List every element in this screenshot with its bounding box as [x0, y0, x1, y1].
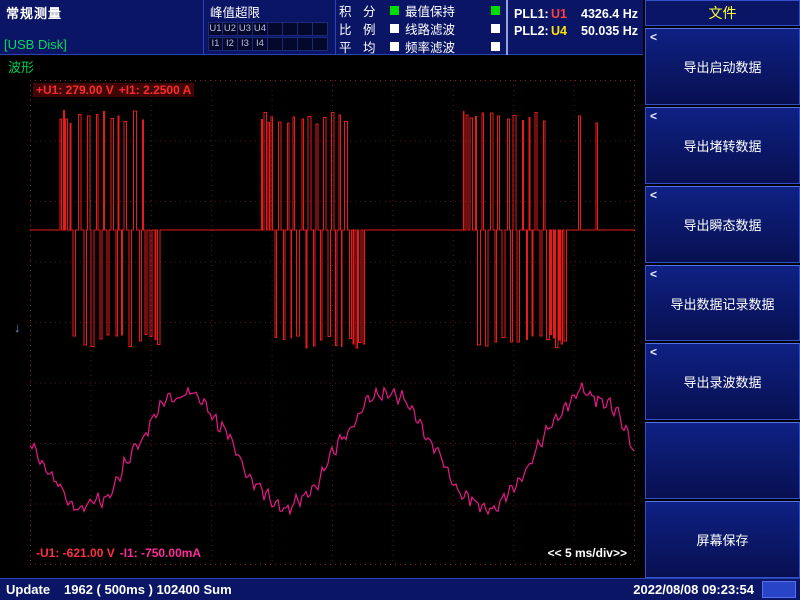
usb-status: [USB Disk]	[4, 37, 67, 52]
pll-block: PLL1: U1 4326.4 Hz PLL2: U4 50.035 Hz	[506, 0, 643, 55]
softkey-label: 屏幕保存	[696, 530, 748, 549]
softkey-label: 导出启动数据	[683, 57, 761, 76]
pll1-label: PLL1:	[514, 7, 551, 21]
max-hold-indicator	[491, 6, 500, 15]
peak-cell-empty	[298, 22, 313, 36]
peak-over-limit-block: 峰值超限 U1 U2 U3 U4 I1 I2 I3 I4	[205, 0, 335, 55]
header-divider	[203, 0, 204, 54]
pll2-source: U4	[551, 24, 575, 38]
peak-cell-empty	[313, 37, 328, 51]
integration-row: 积 分	[339, 1, 399, 19]
softkey-label: 导出数据记录数据	[670, 294, 774, 313]
line-filter-indicator	[491, 24, 500, 33]
calc-char: 均	[363, 37, 377, 56]
peak-cell-empty	[313, 22, 328, 36]
timebase-label: << 5 ms/div>>	[548, 546, 627, 560]
softkey-export-datalog-data[interactable]: < 导出数据记录数据	[645, 265, 800, 342]
integration-indicator	[390, 6, 399, 15]
peak-cell-empty	[268, 22, 283, 36]
pll2-row: PLL2: U4 50.035 Hz	[508, 22, 643, 39]
status-corner-badge	[762, 581, 796, 598]
header-bar: 常规测量 [USB Disk] 峰值超限 U1 U2 U3 U4 I1 I2 I…	[0, 0, 643, 55]
peak-cell-u2: U2	[223, 22, 238, 36]
back-marker-icon: <	[650, 345, 657, 359]
pll2-frequency: 50.035 Hz	[575, 24, 638, 38]
peak-cell-u4: U4	[253, 22, 268, 36]
peak-cell-u3: U3	[238, 22, 253, 36]
pll2-label: PLL2:	[514, 24, 551, 38]
left-marker-icon: ↓	[14, 320, 21, 335]
menu-title-file: 文件	[645, 0, 800, 26]
update-count: 1962 ( 500ms ) 102400 Sum	[64, 582, 232, 597]
softkey-screen-save[interactable]: 屏幕保存	[645, 501, 800, 578]
u1-top-scale: +U1: 279.00 V	[36, 83, 114, 97]
pll1-row: PLL1: U1 4326.4 Hz	[508, 5, 643, 22]
back-marker-icon: <	[650, 188, 657, 202]
softkey-export-start-data[interactable]: < 导出启动数据	[645, 28, 800, 105]
peak-i-cells: I1 I2 I3 I4	[208, 37, 335, 51]
header-divider	[335, 0, 336, 54]
peak-cell-i1: I1	[208, 37, 223, 51]
max-hold-label: 最值保持	[405, 1, 455, 20]
pll1-frequency: 4326.4 Hz	[575, 7, 638, 21]
power-analyzer-screen: 常规测量 [USB Disk] 峰值超限 U1 U2 U3 U4 I1 I2 I…	[0, 0, 800, 600]
softkey-menu: 文件 < 导出启动数据 < 导出堵转数据 < 导出瞬态数据 < 导出数据记录数据…	[645, 0, 800, 578]
calc-char: 比	[339, 19, 353, 38]
freq-filter-indicator	[491, 42, 500, 51]
peak-cell-u1: U1	[208, 22, 223, 36]
peak-cell-empty	[283, 37, 298, 51]
peak-cell-i4: I4	[253, 37, 268, 51]
peak-cell-empty	[268, 37, 283, 51]
filter-block: 最值保持 线路滤波 频率滤波	[405, 1, 504, 55]
max-hold-row: 最值保持	[405, 1, 504, 19]
softkey-export-locked-rotor-data[interactable]: < 导出堵转数据	[645, 107, 800, 184]
back-marker-icon: <	[650, 267, 657, 281]
scaling-row: 比 例	[339, 19, 399, 37]
status-bar: Update 1962 ( 500ms ) 102400 Sum 2022/08…	[0, 578, 800, 600]
peak-cell-i3: I3	[238, 37, 253, 51]
calc-char: 分	[363, 1, 377, 20]
freq-filter-label: 频率滤波	[405, 37, 455, 56]
scaling-indicator	[390, 24, 399, 33]
peak-over-limit-title: 峰值超限	[210, 2, 335, 21]
peak-cell-i2: I2	[223, 37, 238, 51]
softkey-label: 导出瞬态数据	[683, 215, 761, 234]
softkey-label: 导出录波数据	[683, 372, 761, 391]
calc-char: 例	[363, 19, 377, 38]
datetime: 2022/08/08 09:23:54	[633, 582, 754, 597]
softkey-export-waveform-record-data[interactable]: < 导出录波数据	[645, 343, 800, 420]
peak-cell-empty	[298, 37, 313, 51]
calc-char: 积	[339, 1, 353, 20]
freq-filter-row: 频率滤波	[405, 37, 504, 55]
averaging-row: 平 均	[339, 37, 399, 55]
waveform-canvas	[30, 80, 635, 565]
view-tab-waveform: 波形	[8, 57, 34, 76]
scale-label-top: +U1: 279.00 V +I1: 2.2500 A	[33, 83, 194, 97]
u1-bottom-scale: -U1: -621.00 V	[36, 546, 115, 560]
averaging-indicator	[390, 42, 399, 51]
scale-label-bottom: -U1: -621.00 V -I1: -750.00mA	[33, 546, 204, 560]
mode-title: 常规测量	[6, 3, 62, 22]
update-label: Update	[6, 582, 50, 597]
calc-char: 平	[339, 37, 353, 56]
back-marker-icon: <	[650, 30, 657, 44]
waveform-display: +U1: 279.00 V +I1: 2.2500 A -U1: -621.00 …	[30, 80, 635, 565]
line-filter-label: 线路滤波	[405, 19, 455, 38]
i1-bottom-scale: -I1: -750.00mA	[120, 546, 201, 560]
calc-mode-block: 积 分 比 例 平 均	[339, 1, 399, 55]
back-marker-icon: <	[650, 109, 657, 123]
peak-u-cells: U1 U2 U3 U4	[208, 22, 335, 36]
i1-top-scale: +I1: 2.2500 A	[119, 83, 192, 97]
peak-cell-empty	[283, 22, 298, 36]
softkey-label: 导出堵转数据	[683, 136, 761, 155]
softkey-empty	[645, 422, 800, 499]
pll1-source: U1	[551, 7, 575, 21]
softkey-export-transient-data[interactable]: < 导出瞬态数据	[645, 186, 800, 263]
line-filter-row: 线路滤波	[405, 19, 504, 37]
